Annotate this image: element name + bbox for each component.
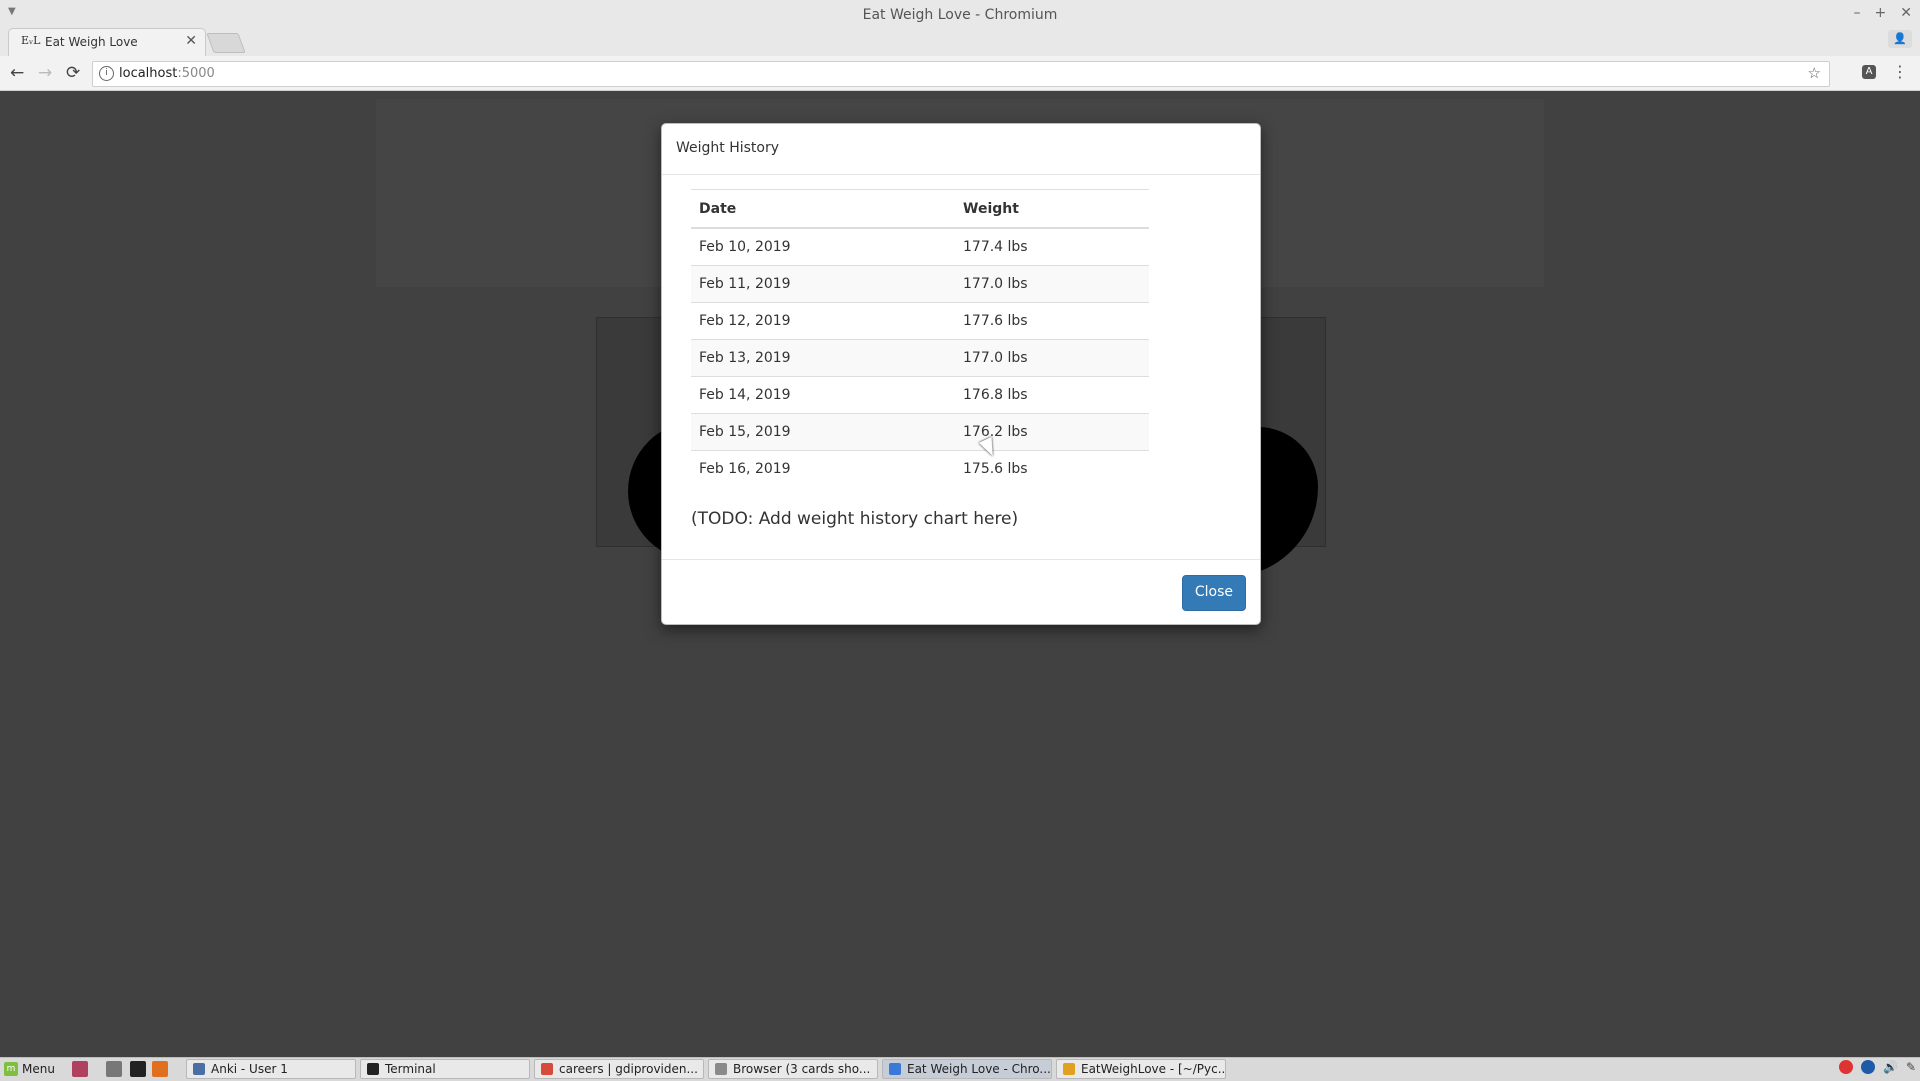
- update-alert-icon[interactable]: [1838, 1060, 1853, 1074]
- modal-header: Weight History: [662, 124, 1260, 175]
- modal-title: Weight History: [676, 140, 780, 156]
- row-weight: 177.6 lbs: [955, 302, 1149, 340]
- profile-icon[interactable]: 👤: [1888, 30, 1912, 48]
- reload-icon[interactable]: ⟳: [66, 63, 80, 83]
- url-host: localhost: [119, 66, 178, 81]
- terminal-launcher-icon[interactable]: [130, 1061, 146, 1077]
- table-row: Feb 16, 2019 175.6 lbs: [691, 450, 1149, 487]
- url-port: :5000: [177, 66, 215, 81]
- taskbar-item-label: Anki - User 1: [211, 1062, 288, 1076]
- taskbar: m Menu Anki - User 1 Terminal careers | …: [0, 1057, 1920, 1081]
- row-date: Feb 15, 2019: [691, 413, 955, 451]
- chart-placeholder-note: (TODO: Add weight history chart here): [691, 509, 1019, 529]
- modal-footer: Close: [662, 559, 1260, 625]
- mint-logo-icon: m: [4, 1062, 18, 1076]
- taskbar-item-terminal[interactable]: Terminal: [360, 1059, 530, 1079]
- row-date: Feb 10, 2019: [691, 227, 955, 266]
- taskbar-item-browser[interactable]: Browser (3 cards sho...: [708, 1059, 878, 1079]
- anki-icon: [193, 1063, 205, 1075]
- back-icon[interactable]: ←: [10, 63, 24, 83]
- window-title: Eat Weigh Love - Chromium: [862, 7, 1058, 23]
- row-date: Feb 16, 2019: [691, 450, 955, 487]
- weight-history-table: Date Weight Feb 10, 2019 177.4 lbs Feb 11…: [691, 189, 1149, 487]
- taskbar-item-label: Terminal: [385, 1062, 436, 1076]
- minimize-icon[interactable]: –: [1854, 5, 1861, 21]
- hp-icon[interactable]: [1860, 1060, 1875, 1074]
- taskbar-item-anki[interactable]: Anki - User 1: [186, 1059, 356, 1079]
- address-bar[interactable]: i localhost:5000 ☆: [92, 61, 1830, 87]
- row-date: Feb 14, 2019: [691, 376, 955, 414]
- pycharm-icon: [1063, 1063, 1075, 1075]
- address-url: localhost:5000: [119, 66, 215, 81]
- weight-history-modal: Weight History Date Weight Feb 10, 2019 1…: [661, 123, 1261, 625]
- chrome-icon: [541, 1063, 553, 1075]
- search-icon: [715, 1063, 727, 1075]
- chromium-icon: [889, 1063, 901, 1075]
- maximize-icon[interactable]: +: [1875, 5, 1887, 21]
- firefox-launcher-icon[interactable]: [152, 1061, 168, 1077]
- site-info-icon[interactable]: i: [99, 66, 114, 81]
- table-row: Feb 11, 2019 177.0 lbs: [691, 265, 1149, 303]
- taskbar-item-label: Browser (3 cards sho...: [733, 1062, 871, 1076]
- column-header-date: Date: [691, 189, 955, 229]
- start-menu-button[interactable]: m Menu: [4, 1060, 55, 1078]
- taskbar-item-label: EatWeighLove - [~/Pyc...: [1081, 1062, 1226, 1076]
- taskbar-item-eat-weigh-love[interactable]: Eat Weigh Love - Chro...: [882, 1059, 1052, 1079]
- close-button[interactable]: Close: [1181, 575, 1246, 611]
- tab-strip: EᵥL Eat Weigh Love ✕ 👤: [0, 28, 1920, 57]
- taskbar-item-label: careers | gdiproviden...: [559, 1062, 698, 1076]
- browser-menu-icon[interactable]: ⋮: [1892, 62, 1908, 81]
- column-header-weight: Weight: [955, 189, 1149, 229]
- row-date: Feb 12, 2019: [691, 302, 955, 340]
- table-row: Feb 15, 2019 176.2 lbs: [691, 413, 1149, 451]
- row-date: Feb 13, 2019: [691, 339, 955, 377]
- taskbar-item-careers[interactable]: careers | gdiproviden...: [534, 1059, 704, 1079]
- system-tray: 🔊 ✎: [1838, 1060, 1916, 1074]
- extension-icon[interactable]: A: [1862, 65, 1876, 79]
- close-window-icon[interactable]: ✕: [1900, 5, 1912, 21]
- show-desktop-icon[interactable]: [106, 1061, 122, 1077]
- bookmark-star-icon[interactable]: ☆: [1808, 64, 1821, 82]
- network-icon[interactable]: ✎: [1906, 1060, 1916, 1074]
- launcher-icon[interactable]: [72, 1061, 88, 1077]
- window-controls: – + ✕: [1854, 5, 1912, 21]
- start-menu-label: Menu: [22, 1062, 55, 1076]
- table-header-row: Date Weight: [691, 189, 1149, 229]
- row-weight: 177.0 lbs: [955, 265, 1149, 303]
- modal-body: Date Weight Feb 10, 2019 177.4 lbs Feb 11…: [691, 189, 1149, 529]
- close-tab-icon[interactable]: ✕: [185, 33, 197, 49]
- table-row: Feb 12, 2019 177.6 lbs: [691, 302, 1149, 340]
- tab-label: Eat Weigh Love: [45, 35, 138, 49]
- new-tab-button[interactable]: [206, 33, 246, 53]
- window-titlebar: ▼ Eat Weigh Love - Chromium – + ✕: [0, 0, 1920, 30]
- terminal-icon: [367, 1063, 379, 1075]
- tab-eat-weigh-love[interactable]: EᵥL Eat Weigh Love ✕: [8, 28, 206, 57]
- row-weight: 176.8 lbs: [955, 376, 1149, 414]
- table-row: Feb 13, 2019 177.0 lbs: [691, 339, 1149, 377]
- forward-icon[interactable]: →: [38, 63, 52, 83]
- volume-icon[interactable]: 🔊: [1883, 1060, 1898, 1074]
- row-weight: 177.4 lbs: [955, 227, 1149, 266]
- taskbar-item-label: Eat Weigh Love - Chro...: [907, 1062, 1051, 1076]
- taskbar-item-pycharm[interactable]: EatWeighLove - [~/Pyc...: [1056, 1059, 1226, 1079]
- table-row: Feb 14, 2019 176.8 lbs: [691, 376, 1149, 414]
- browser-toolbar: ← → ⟳ i localhost:5000 ☆ A ⋮: [0, 56, 1920, 91]
- favicon-icon: EᵥL: [21, 34, 41, 47]
- row-date: Feb 11, 2019: [691, 265, 955, 303]
- row-weight: 177.0 lbs: [955, 339, 1149, 377]
- table-row: Feb 10, 2019 177.4 lbs: [691, 227, 1149, 266]
